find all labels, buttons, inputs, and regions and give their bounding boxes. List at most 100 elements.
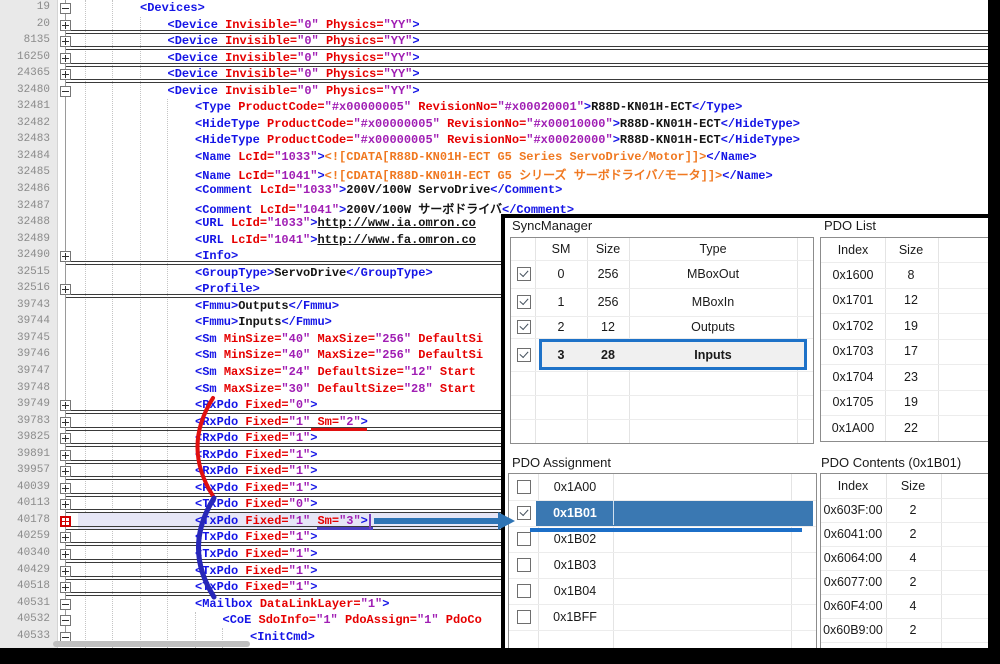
syntax-segment: "#x00000005" — [325, 100, 411, 114]
fold-collapse-icon[interactable] — [60, 599, 71, 610]
fold-expand-icon[interactable] — [60, 483, 71, 494]
code-text: <Sm MinSize="40" MaxSize="256" DefaultSi — [195, 332, 483, 346]
type-cell: Inputs — [694, 348, 732, 362]
fold-expand-icon[interactable] — [60, 36, 71, 47]
line-number: 32516 — [0, 282, 50, 294]
syntax-segment: </Fmmu> — [289, 299, 339, 313]
pdo-list-table[interactable]: IndexSize0x160080x1701120x1702190x170317… — [820, 237, 993, 442]
checkbox-unchecked-icon[interactable] — [517, 532, 531, 546]
fold-expand-icon[interactable] — [60, 284, 71, 295]
line-number: 40533 — [0, 630, 50, 642]
code-line[interactable]: 32483<HideType ProductCode="#x00000005" … — [0, 132, 988, 149]
type-cell: MBoxOut — [687, 267, 739, 281]
checkbox-unchecked-icon[interactable] — [517, 558, 531, 572]
row-divider — [821, 594, 992, 595]
syntax-segment: <![CDATA[R88D-KN01H-ECT G5 シリーズ サーボドライバ/… — [325, 169, 723, 183]
code-line[interactable]: 32480<Device Invisible="0" Physics="YY"> — [0, 83, 988, 100]
fold-expand-icon[interactable] — [60, 582, 71, 593]
line-number: 32487 — [0, 200, 50, 212]
syntax-segment: </Comment> — [490, 183, 562, 197]
code-line[interactable]: 32485<Name LcId="1041"><![CDATA[R88D-KN0… — [0, 165, 988, 182]
code-line[interactable]: 32486<Comment LcId="1033">200V/100W Serv… — [0, 182, 988, 199]
fold-collapse-icon[interactable] — [60, 3, 71, 14]
syntax-segment: "1033" — [296, 183, 339, 197]
code-line[interactable]: 32481<Type ProductCode="#x00000005" Revi… — [0, 99, 988, 116]
syncmanager-table[interactable]: SMSizeType0256MBoxOut1256MBoxIn212Output… — [510, 237, 814, 444]
code-text: <HideType ProductCode="#x00000005" Revis… — [195, 117, 800, 131]
syntax-segment: "1041" — [267, 233, 310, 247]
text-cursor — [369, 514, 371, 529]
fold-expand-icon[interactable] — [60, 433, 71, 444]
line-number: 32486 — [0, 183, 50, 195]
screenshot-root: 19<Devices>20<Device Invisible="0" Physi… — [0, 0, 1000, 664]
code-text: <InitCmd> — [250, 630, 315, 644]
syntax-segment: Inputs — [238, 315, 281, 329]
fold-expand-icon[interactable] — [60, 69, 71, 80]
size-cell: 28 — [601, 348, 615, 362]
fold-expand-icon[interactable] — [60, 499, 71, 510]
code-line[interactable]: 32482<HideType ProductCode="#x00000005" … — [0, 116, 988, 133]
checkbox-unchecked-icon[interactable] — [517, 480, 531, 494]
syntax-segment: "#x00020000" — [526, 133, 612, 147]
checkbox-unchecked-icon[interactable] — [517, 584, 531, 598]
syntax-segment: <Fmmu> — [195, 315, 238, 329]
code-line[interactable]: 32484<Name LcId="1033"><![CDATA[R88D-KN0… — [0, 149, 988, 166]
syntax-segment: <Devices> — [140, 1, 205, 15]
syntax-segment: <Sm — [195, 365, 224, 379]
line-number: 40340 — [0, 547, 50, 559]
fold-expand-icon[interactable] — [60, 450, 71, 461]
line-number: 32480 — [0, 84, 50, 96]
fold-expand-icon[interactable] — [60, 566, 71, 577]
syntax-segment: RevisionNo= — [418, 100, 497, 114]
syntax-segment: SdoInfo= — [259, 613, 317, 627]
fold-expand-icon[interactable] — [60, 400, 71, 411]
column-header: Type — [699, 242, 726, 256]
checkbox-checked-icon[interactable] — [517, 295, 531, 309]
fold-collapse-icon[interactable] — [60, 615, 71, 626]
row-divider — [821, 642, 992, 643]
checkbox-unchecked-icon[interactable] — [517, 610, 531, 624]
column-header: Size — [596, 242, 620, 256]
syntax-segment: <Sm — [195, 348, 224, 362]
syncmanager-label: SyncManager — [512, 218, 592, 233]
pdo-contents-table[interactable]: IndexSize0x603F:0020x6041:0020x6064:0040… — [820, 473, 993, 650]
row-divider — [509, 526, 816, 527]
row-divider — [821, 618, 992, 619]
syntax-segment: "#x00000005" — [353, 117, 439, 131]
syntax-segment: DataLinkLayer= — [260, 597, 361, 611]
fold-expand-icon[interactable] — [60, 53, 71, 64]
line-number: 40113 — [0, 497, 50, 509]
checkbox-checked-icon[interactable] — [517, 320, 531, 334]
index-cell: 0x1705 — [832, 395, 873, 409]
checkbox-checked-icon[interactable] — [517, 267, 531, 281]
horizontal-scrollbar-thumb[interactable] — [53, 641, 250, 647]
fold-collapse-icon[interactable] — [60, 86, 71, 97]
fold-expand-icon[interactable] — [60, 549, 71, 560]
line-number: 39744 — [0, 315, 50, 327]
checkbox-checked-icon[interactable] — [517, 348, 531, 362]
line-number: 39743 — [0, 299, 50, 311]
line-number: 16250 — [0, 51, 50, 63]
line-number: 32488 — [0, 216, 50, 228]
code-text: <URL LcId="1033">http://www.ia.omron.co — [195, 216, 476, 230]
syntax-segment: ServoDrive — [274, 266, 346, 280]
syntax-segment: MinSize= — [224, 332, 282, 346]
fold-expand-icon[interactable] — [60, 532, 71, 543]
code-line[interactable]: 19<Devices> — [0, 0, 988, 17]
index-cell: 0x1703 — [832, 344, 873, 358]
fold-expand-icon[interactable] — [60, 417, 71, 428]
syntax-segment: </Fmmu> — [281, 315, 331, 329]
fold-expand-icon[interactable] — [60, 20, 71, 31]
checkbox-checked-icon[interactable] — [517, 506, 531, 520]
syntax-segment: "#x00000005" — [353, 133, 439, 147]
pdo-assignment-table[interactable]: 0x1A000x1B010x1B020x1B030x1B040x1BFF — [508, 473, 817, 650]
fold-expand-icon[interactable] — [60, 251, 71, 262]
fold-expand-icon[interactable] — [60, 516, 71, 527]
fold-expand-icon[interactable] — [60, 466, 71, 477]
syntax-segment: <Name — [195, 169, 238, 183]
line-number: 39747 — [0, 365, 50, 377]
code-text: <Sm MaxSize="30" DefaultSize="28" Start — [195, 382, 476, 396]
row-divider — [821, 498, 992, 499]
syntax-segment: Start — [440, 365, 476, 379]
syntax-segment: "24" — [281, 365, 310, 379]
